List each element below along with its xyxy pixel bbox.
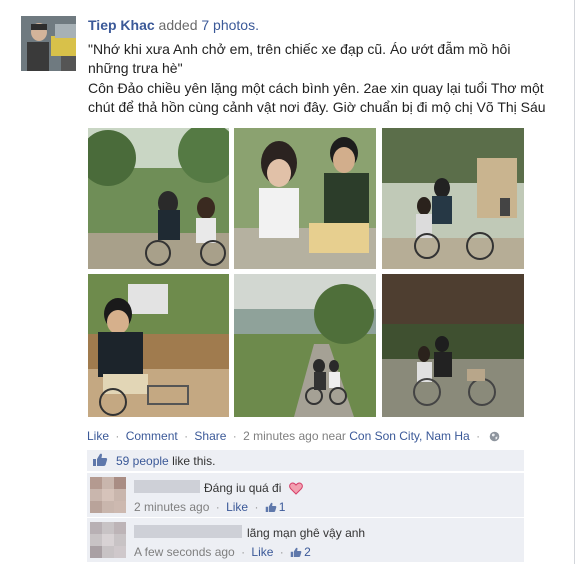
photo-1[interactable]: [88, 128, 229, 269]
comment-meta: 2 minutes ago · Like · 1: [134, 500, 285, 516]
separator: ·: [254, 500, 259, 514]
photos-link[interactable]: 7 photos.: [201, 17, 259, 33]
comment-text-content: Đáng iu quá đi: [204, 481, 282, 495]
post-message-line-2: Côn Đảo chiều yên lặng một cách bình yên…: [88, 80, 546, 115]
comment-meta: A few seconds ago · Like · 2: [134, 545, 311, 561]
separator: ·: [476, 429, 481, 443]
photo-6[interactable]: [382, 274, 524, 417]
likes-text: 59 people like this.: [116, 454, 215, 468]
separator: ·: [241, 545, 246, 559]
comment-like-count[interactable]: 2: [304, 545, 311, 559]
comment-like-count[interactable]: 1: [279, 500, 286, 514]
heart-icon: [288, 482, 303, 498]
comment-like-link[interactable]: Like: [251, 545, 273, 559]
comment-text: lãng mạn ghê vậy anh: [247, 526, 366, 540]
separator: ·: [184, 429, 189, 443]
likes-summary: 59 people like this.: [87, 450, 524, 471]
separator: ·: [232, 429, 237, 443]
thumbs-up-icon: [265, 502, 277, 516]
photo-3[interactable]: [382, 128, 524, 269]
comment-time[interactable]: 2 minutes ago: [134, 500, 209, 514]
commenter-name-blurred[interactable]: [134, 525, 242, 538]
post-message-line-1: "Nhớ khi xưa Anh chở em, trên chiếc xe đ…: [88, 41, 511, 76]
thumbs-up-icon: [92, 453, 108, 470]
globe-icon[interactable]: [489, 431, 500, 445]
commenter-avatar[interactable]: [90, 522, 126, 558]
post-header: Tiep Khac added 7 photos.: [88, 17, 259, 33]
comment-link[interactable]: Comment: [126, 429, 178, 443]
post-time[interactable]: 2 minutes ago: [243, 429, 318, 443]
author-avatar[interactable]: [21, 16, 76, 71]
separator: ·: [279, 545, 284, 559]
comment-text: Đáng iu quá đi: [204, 481, 303, 498]
commenter-avatar[interactable]: [90, 477, 126, 513]
likes-count-link[interactable]: 59 people: [116, 454, 169, 468]
photo-5[interactable]: [234, 274, 376, 417]
photo-4[interactable]: [88, 274, 229, 417]
post-actions: Like · Comment · Share · 2 minutes ago n…: [87, 429, 500, 445]
separator: ·: [115, 429, 120, 443]
like-link[interactable]: Like: [87, 429, 109, 443]
location-link[interactable]: Con Son City, Nam Ha: [349, 429, 470, 443]
photo-2[interactable]: [234, 128, 376, 269]
separator: ·: [215, 500, 220, 514]
thumbs-up-icon: [290, 547, 302, 561]
comment-like-link[interactable]: Like: [226, 500, 248, 514]
likes-suffix: like this.: [172, 454, 216, 468]
near-label: near: [321, 429, 346, 443]
feed-right-border: [574, 0, 575, 564]
post-message: "Nhớ khi xưa Anh chở em, trên chiếc xe đ…: [88, 40, 548, 117]
comment: lãng mạn ghê vậy anh A few seconds ago ·…: [87, 517, 524, 562]
share-link[interactable]: Share: [194, 429, 226, 443]
commenter-name-blurred[interactable]: [134, 480, 200, 493]
action-prefix: added: [158, 17, 198, 33]
author-name[interactable]: Tiep Khac: [88, 17, 155, 33]
comment-time[interactable]: A few seconds ago: [134, 545, 235, 559]
comment: Đáng iu quá đi 2 minutes ago · Like · 1: [87, 472, 524, 517]
